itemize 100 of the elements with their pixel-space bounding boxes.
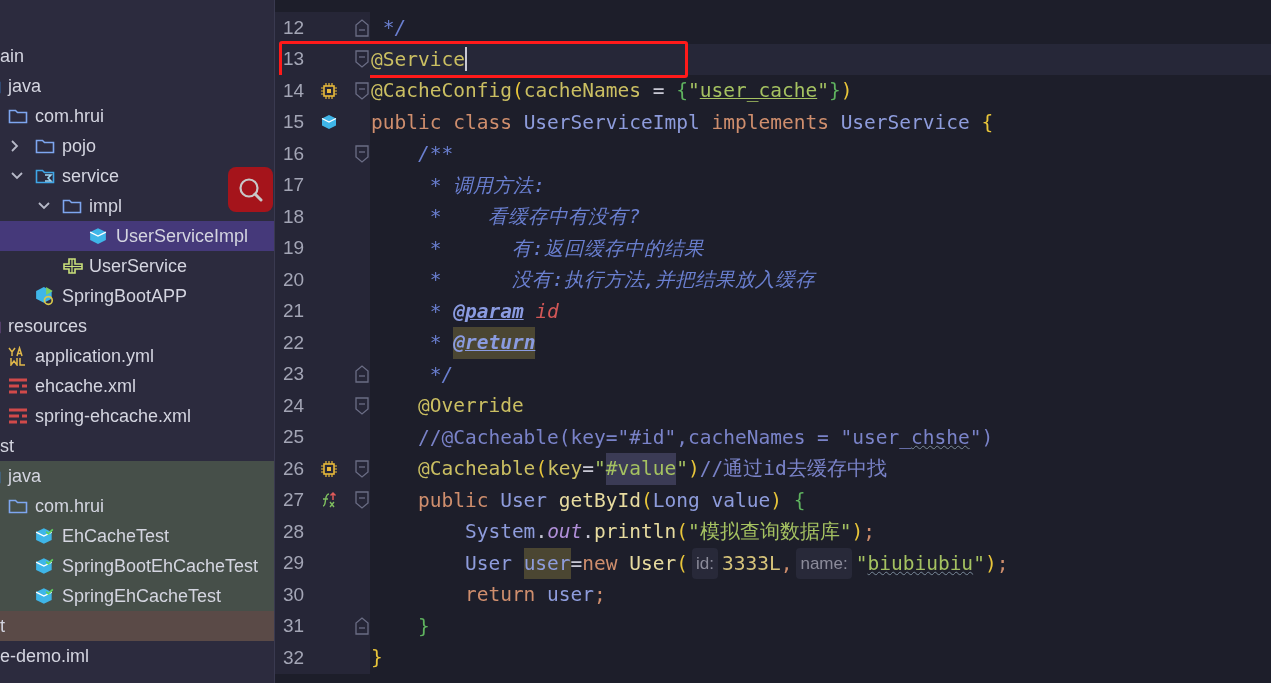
tree-item-label: com.hrui bbox=[35, 104, 105, 128]
code-token: user bbox=[523, 547, 571, 579]
tree-item-label: java bbox=[8, 464, 42, 488]
search-icon bbox=[236, 175, 265, 204]
tree-item[interactable]: e-demo.iml bbox=[0, 641, 274, 671]
tree-item[interactable]: st bbox=[0, 431, 274, 461]
tree-item[interactable]: t bbox=[0, 611, 274, 641]
tree-item-label: SpringBootAPP bbox=[62, 284, 188, 308]
code-token: System bbox=[463, 519, 536, 545]
line-number: 15 bbox=[283, 110, 306, 134]
code-token: * 看缓存中有没有? bbox=[428, 204, 641, 230]
line-number: 30 bbox=[283, 582, 306, 607]
tree-item[interactable]: resources bbox=[0, 311, 274, 341]
line-number: 29 bbox=[283, 551, 306, 575]
tree-item[interactable]: spring-ehcache.xml bbox=[0, 401, 274, 431]
fold-icon[interactable] bbox=[355, 365, 369, 384]
line-number: 25 bbox=[283, 425, 306, 449]
cube-icon bbox=[35, 286, 55, 306]
code-token: //@Cacheable(key="#id",cacheNames = "user_ bbox=[416, 424, 912, 451]
fold-icon[interactable] bbox=[355, 18, 369, 37]
code-token: */ bbox=[428, 361, 454, 388]
line-number: 22 bbox=[283, 330, 306, 355]
tree-item[interactable]: service bbox=[0, 161, 274, 191]
code-token: //通过id去缓存中找 bbox=[699, 456, 887, 482]
code-token: new bbox=[582, 550, 619, 577]
code-token: } bbox=[828, 78, 841, 104]
tree-item[interactable]: pojo bbox=[0, 131, 274, 161]
tree-item[interactable]: com.hrui bbox=[0, 101, 274, 131]
line-number: 23 bbox=[283, 362, 306, 386]
code-token: } bbox=[371, 645, 383, 671]
line-number: 19 bbox=[283, 236, 306, 260]
fold-icon[interactable] bbox=[355, 491, 369, 510]
folder-icon bbox=[35, 167, 55, 185]
tree-item[interactable]: UserService bbox=[0, 251, 274, 281]
chevron-down-icon[interactable] bbox=[10, 171, 24, 181]
code-token: chshe bbox=[911, 424, 970, 451]
code-token: #value bbox=[605, 453, 677, 485]
cube-icon bbox=[35, 527, 55, 545]
function-override-icon bbox=[320, 491, 338, 510]
tree-item-label: SpringEhCacheTest bbox=[62, 584, 222, 608]
code-token: ( bbox=[676, 550, 689, 577]
line-number: 32 bbox=[283, 645, 306, 670]
code-token: { bbox=[792, 487, 806, 514]
fold-icon[interactable] bbox=[355, 81, 369, 100]
fold-icon[interactable] bbox=[355, 50, 369, 69]
yaml-file-icon bbox=[8, 346, 28, 366]
code-token: ; bbox=[594, 582, 606, 608]
code-token: . bbox=[582, 519, 595, 545]
chevron-right-icon[interactable] bbox=[10, 139, 20, 153]
line-number: 24 bbox=[283, 393, 306, 418]
tree-item-label: java bbox=[8, 74, 42, 98]
code-token: = bbox=[651, 78, 666, 104]
code-token: public class bbox=[371, 109, 513, 136]
inlay-hint: name: bbox=[796, 547, 852, 579]
code-token: ") bbox=[969, 424, 994, 451]
cube-icon bbox=[89, 227, 107, 245]
tree-item[interactable]: application.yml bbox=[0, 341, 274, 371]
code-token: @Service bbox=[371, 46, 465, 73]
folder-icon bbox=[8, 107, 28, 125]
code-token: UserService bbox=[840, 109, 970, 136]
tree-item[interactable]: EhCacheTest bbox=[0, 521, 274, 551]
code-token: @return bbox=[453, 327, 536, 359]
tree-item-label: application.yml bbox=[35, 344, 155, 368]
line-number: 27 bbox=[283, 488, 306, 512]
fold-icon[interactable] bbox=[355, 144, 369, 163]
code-token: @CacheConfig bbox=[371, 78, 512, 104]
search-button[interactable] bbox=[228, 167, 273, 212]
folder-icon bbox=[62, 197, 82, 215]
chevron-down-icon[interactable] bbox=[37, 201, 51, 211]
code-token: * 有:返回缓存中的结果 bbox=[428, 235, 704, 262]
code-token: User bbox=[500, 487, 549, 514]
tree-item[interactable]: ehcache.xml bbox=[0, 371, 274, 401]
text-caret bbox=[464, 47, 467, 72]
tree-item[interactable]: SpringBootEhCacheTest bbox=[0, 551, 274, 581]
line-number: 26 bbox=[283, 456, 306, 481]
code-token: * 没有:执行方法,并把结果放入缓存 bbox=[428, 267, 816, 293]
code-token: ) bbox=[851, 519, 864, 545]
code-token: user_cache bbox=[699, 78, 818, 104]
code-token: key bbox=[547, 456, 583, 482]
code-token: println bbox=[594, 519, 677, 545]
code-token: ) bbox=[688, 456, 700, 482]
code-token: = bbox=[582, 456, 595, 482]
tree-item-label: UserService bbox=[89, 254, 188, 278]
tree-item-label: pojo bbox=[62, 134, 97, 158]
tree-item[interactable]: java bbox=[0, 71, 274, 101]
fold-icon[interactable] bbox=[355, 617, 369, 636]
code-token: "模拟查询数据库" bbox=[688, 519, 852, 545]
fold-icon[interactable] bbox=[355, 459, 369, 478]
code-token: ( bbox=[535, 456, 548, 482]
tree-item[interactable]: java bbox=[0, 461, 274, 491]
tree-item-label: st bbox=[0, 434, 14, 458]
tree-item[interactable]: UserServiceImpl bbox=[0, 221, 274, 251]
tree-item[interactable]: ain bbox=[0, 41, 274, 71]
fold-icon[interactable] bbox=[355, 396, 369, 415]
tree-item[interactable]: SpringBootAPP bbox=[0, 281, 274, 311]
tree-item[interactable]: impl bbox=[0, 191, 274, 221]
tree-item[interactable]: SpringEhCacheTest bbox=[0, 581, 274, 611]
code-token: id bbox=[534, 298, 559, 325]
tree-item[interactable]: com.hrui bbox=[0, 491, 274, 521]
chip-icon bbox=[321, 82, 337, 99]
